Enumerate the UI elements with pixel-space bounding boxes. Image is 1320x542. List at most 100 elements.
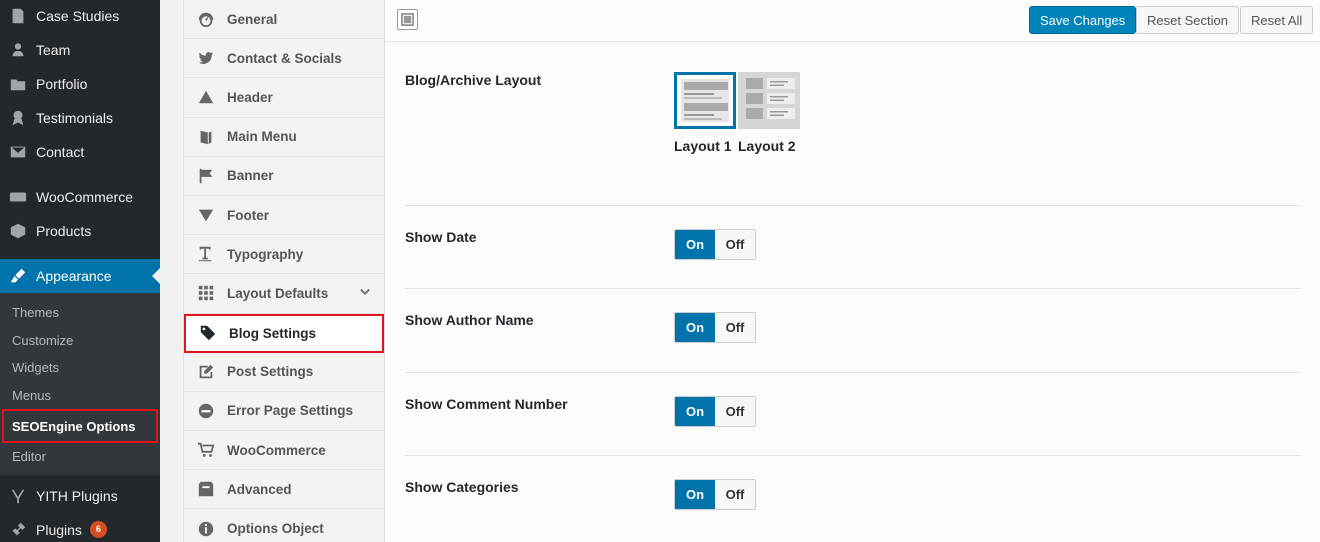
- menu-label: Case Studies: [36, 8, 120, 24]
- submenu-item-menus[interactable]: Menus: [0, 382, 160, 410]
- woo-icon: [8, 187, 28, 207]
- options-tab-woocommerce[interactable]: WooCommerce: [184, 431, 384, 471]
- menu-label: WooCommerce: [36, 189, 133, 205]
- menu-label: Portfolio: [36, 76, 88, 92]
- show-author-off-button[interactable]: Off: [715, 313, 755, 342]
- menu-separator: [0, 169, 160, 180]
- show-date-label: Show Date: [405, 229, 477, 245]
- options-tab-label: Banner: [227, 168, 274, 184]
- options-tab-banner[interactable]: Banner: [184, 156, 384, 196]
- submenu-item-seoengine-options[interactable]: SEOEngine Options: [2, 409, 158, 443]
- menu-label: Team: [36, 42, 71, 58]
- options-main-panel: Save Changes Reset Section Reset All Blo…: [385, 0, 1320, 542]
- menu-item-yith-plugins[interactable]: YITH Plugins: [0, 479, 160, 513]
- paintbrush-icon: [8, 266, 28, 286]
- options-tab-layout-defaults[interactable]: Layout Defaults: [184, 274, 384, 314]
- options-tab-label: Post Settings: [227, 364, 314, 380]
- options-tab-header[interactable]: Header: [184, 78, 384, 118]
- document-icon: [8, 6, 28, 26]
- options-tab-general[interactable]: General: [184, 0, 384, 40]
- layout-2-caption: Layout 2: [738, 138, 796, 154]
- options-tab-label: WooCommerce: [227, 442, 326, 458]
- submenu-item-widgets[interactable]: Widgets: [0, 354, 160, 382]
- submenu-item-customize[interactable]: Customize: [0, 327, 160, 355]
- show-author-on-button[interactable]: On: [675, 313, 715, 342]
- expand-icon: [401, 13, 414, 26]
- chevron-down-icon[interactable]: [358, 286, 372, 303]
- menu-item-plugins[interactable]: Plugins 6: [0, 513, 160, 542]
- options-tab-label: Contact & Socials: [227, 50, 342, 66]
- options-tab-label: Main Menu: [227, 129, 297, 145]
- options-tab-label: Advanced: [227, 481, 292, 497]
- options-tab-label: Blog Settings: [229, 325, 316, 341]
- options-panel-nav: General Contact & Socials Header Main Me…: [183, 0, 385, 542]
- options-toolbar: Save Changes Reset Section Reset All: [385, 0, 1320, 42]
- options-tab-label: Header: [227, 89, 273, 105]
- show-date-off-button[interactable]: Off: [715, 230, 755, 259]
- show-date-row: Show Date On Off: [405, 206, 1301, 289]
- folder-icon: [8, 74, 28, 94]
- options-tab-label: Typography: [227, 246, 304, 262]
- submenu-item-editor[interactable]: Editor: [0, 443, 160, 471]
- show-date-on-button[interactable]: On: [675, 230, 715, 259]
- layout-1-caption: Layout 1: [674, 138, 732, 154]
- show-date-toggle: On Off: [674, 229, 756, 260]
- show-categories-label: Show Categories: [405, 479, 519, 495]
- show-comments-row: Show Comment Number On Off: [405, 373, 1301, 456]
- plug-icon: [8, 520, 28, 540]
- show-categories-off-button[interactable]: Off: [715, 480, 755, 509]
- show-comments-off-button[interactable]: Off: [715, 397, 755, 426]
- dashboard-icon: [196, 9, 216, 29]
- save-changes-button[interactable]: Save Changes: [1029, 6, 1137, 34]
- options-tab-main-menu[interactable]: Main Menu: [184, 117, 384, 157]
- submenu-item-themes[interactable]: Themes: [0, 299, 160, 327]
- admin-sidebar: Case Studies Team Portfolio Testimonials…: [0, 0, 160, 542]
- book-icon: [196, 127, 216, 147]
- options-tab-label: Options Object: [227, 521, 324, 537]
- layout-1-thumbnail: [674, 72, 736, 129]
- options-tab-error-page-settings[interactable]: Error Page Settings: [184, 391, 384, 432]
- show-author-row: Show Author Name On Off: [405, 289, 1301, 373]
- show-comments-toggle: On Off: [674, 396, 756, 427]
- box-icon: [196, 479, 216, 499]
- layout-1-preview-icon: [681, 79, 729, 122]
- triangle-down-icon: [196, 205, 216, 225]
- layout-option-1[interactable]: Layout 1: [674, 72, 736, 154]
- show-categories-toggle: On Off: [674, 479, 756, 510]
- info-icon: [196, 519, 216, 539]
- menu-label: Products: [36, 223, 92, 239]
- layout-option-2[interactable]: Layout 2: [738, 72, 800, 154]
- reset-all-button[interactable]: Reset All: [1240, 6, 1314, 34]
- minus-circle-icon: [196, 401, 216, 421]
- menu-item-products[interactable]: Products: [0, 214, 160, 248]
- menu-item-contact[interactable]: Contact: [0, 135, 160, 169]
- menu-item-appearance[interactable]: Appearance: [0, 259, 160, 293]
- options-tab-label: Footer: [227, 207, 269, 223]
- menu-separator: [0, 248, 160, 259]
- expand-options-button[interactable]: [397, 9, 418, 30]
- options-tab-post-settings[interactable]: Post Settings: [184, 352, 384, 392]
- menu-item-case-studies[interactable]: Case Studies: [0, 0, 160, 33]
- options-tab-advanced[interactable]: Advanced: [184, 470, 384, 510]
- appearance-submenu: Themes Customize Widgets Menus SEOEngine…: [0, 293, 160, 475]
- options-tab-contact-socials[interactable]: Contact & Socials: [184, 39, 384, 79]
- show-comments-on-button[interactable]: On: [675, 397, 715, 426]
- show-categories-on-button[interactable]: On: [675, 480, 715, 509]
- options-tab-footer[interactable]: Footer: [184, 195, 384, 236]
- reset-section-button[interactable]: Reset Section: [1136, 6, 1239, 34]
- triangle-up-icon: [196, 87, 216, 107]
- menu-item-woocommerce[interactable]: WooCommerce: [0, 180, 160, 214]
- options-tab-typography[interactable]: Typography: [184, 235, 384, 275]
- menu-item-testimonials[interactable]: Testimonials: [0, 101, 160, 135]
- menu-item-portfolio[interactable]: Portfolio: [0, 67, 160, 101]
- user-icon: [8, 40, 28, 60]
- show-comments-label: Show Comment Number: [405, 396, 568, 412]
- layout-2-thumbnail: [738, 72, 800, 129]
- menu-item-team[interactable]: Team: [0, 33, 160, 67]
- yith-icon: [8, 486, 28, 506]
- show-author-label: Show Author Name: [405, 312, 534, 328]
- options-tab-options-object[interactable]: Options Object: [184, 509, 384, 542]
- show-author-toggle: On Off: [674, 312, 756, 343]
- update-count-badge: 6: [89, 521, 107, 538]
- options-tab-blog-settings[interactable]: Blog Settings: [184, 313, 384, 353]
